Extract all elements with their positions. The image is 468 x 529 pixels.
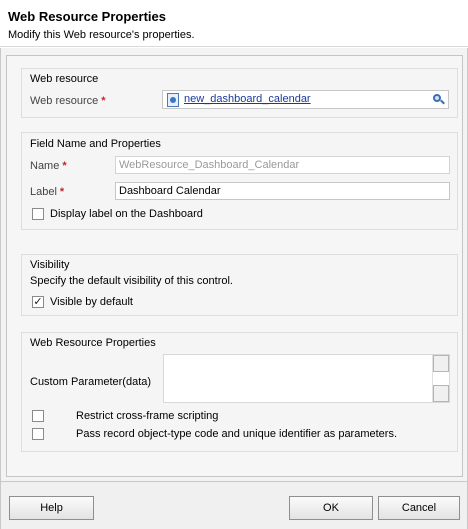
visible-by-default-checkbox[interactable]: ✓ (32, 296, 44, 308)
visible-by-default-label: Visible by default (50, 296, 133, 308)
web-resource-section-title: Web resource (30, 73, 99, 85)
field-properties-section: Field Name and Properties Name * WebResou… (21, 132, 458, 230)
dialog-body: Web resource Web resource * new_dashboard… (0, 48, 468, 481)
web-resource-link[interactable]: new_dashboard_calendar (184, 93, 311, 105)
restrict-cross-frame-label: Restrict cross-frame scripting (76, 410, 219, 422)
web-resource-lookup[interactable]: new_dashboard_calendar (162, 90, 449, 109)
restrict-cross-frame-checkbox[interactable] (32, 410, 44, 422)
scroll-up-button[interactable] (433, 355, 449, 372)
web-resource-icon (167, 93, 179, 107)
display-label-checkbox-label: Display label on the Dashboard (50, 208, 203, 220)
ok-button[interactable]: OK (289, 496, 373, 520)
dialog-footer: Help OK Cancel (0, 481, 468, 529)
cancel-button[interactable]: Cancel (378, 496, 460, 520)
name-field: WebResource_Dashboard_Calendar (115, 156, 450, 174)
display-label-checkbox[interactable] (32, 208, 44, 220)
wr-properties-section-title: Web Resource Properties (30, 337, 156, 349)
web-resource-properties-section: Web Resource Properties Custom Parameter… (21, 332, 458, 452)
field-properties-section-title: Field Name and Properties (30, 138, 161, 150)
custom-parameter-scrollbar[interactable] (432, 355, 449, 402)
label-field[interactable]: Dashboard Calendar (115, 182, 450, 200)
web-resource-label: Web resource * (30, 95, 106, 107)
custom-parameter-label: Custom Parameter(data) (30, 376, 152, 388)
dialog-subtitle: Modify this Web resource's properties. (8, 29, 195, 41)
scroll-down-button[interactable] (433, 385, 449, 402)
help-button[interactable]: Help (9, 496, 94, 520)
name-label: Name * (30, 160, 67, 172)
dialog-header: Web Resource Properties Modify this Web … (0, 0, 468, 47)
pass-record-label: Pass record object-type code and unique … (76, 428, 398, 440)
required-marker: * (59, 186, 65, 198)
visibility-description: Specify the default visibility of this c… (30, 275, 233, 287)
lookup-search-icon[interactable] (429, 92, 446, 107)
dialog-title: Web Resource Properties (8, 9, 166, 24)
visibility-section-title: Visibility (30, 259, 70, 271)
required-marker: * (62, 160, 67, 172)
required-marker: * (101, 95, 106, 107)
web-resource-section: Web resource Web resource * new_dashboard… (21, 68, 458, 118)
visibility-section: Visibility Specify the default visibilit… (21, 254, 458, 316)
custom-parameter-input[interactable] (163, 354, 450, 403)
properties-panel: Web resource Web resource * new_dashboard… (6, 55, 463, 477)
pass-record-checkbox[interactable] (32, 428, 44, 440)
label-label: Label * (30, 186, 65, 198)
